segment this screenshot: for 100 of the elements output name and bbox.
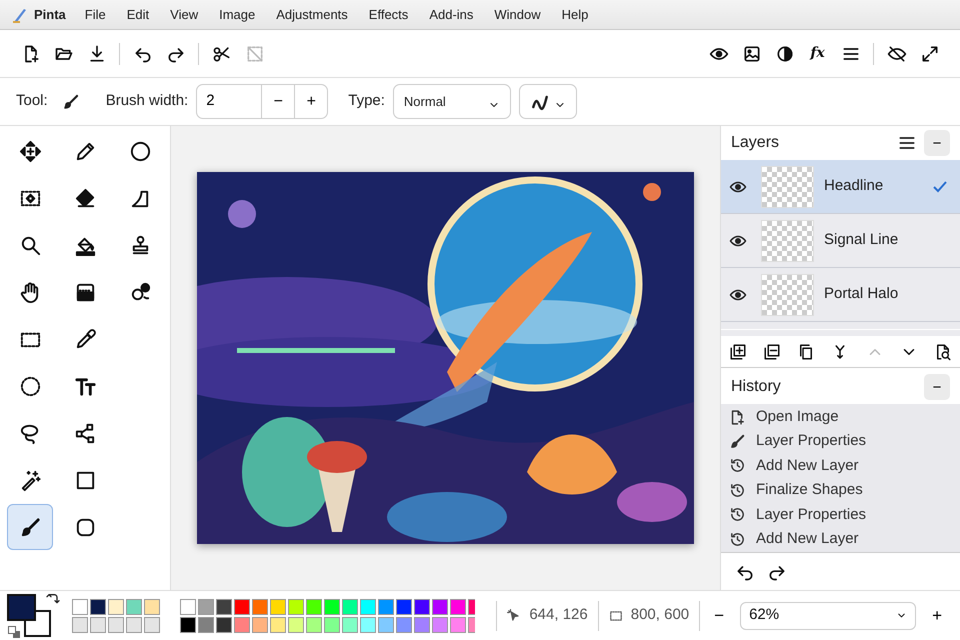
layer-name: Headline [824, 176, 884, 196]
palette-swatch[interactable] [396, 616, 412, 632]
palette-swatch[interactable] [180, 616, 196, 632]
layer-thumbnail [761, 220, 814, 262]
image-icon[interactable] [742, 44, 762, 64]
empty-swatch [90, 616, 106, 632]
type-label: Type: [348, 91, 385, 112]
palette-swatch[interactable] [288, 616, 304, 632]
selection-size: 800, 600 [630, 605, 690, 626]
increment-button[interactable]: + [295, 84, 328, 119]
recent-color-swatch[interactable] [72, 598, 88, 614]
history-item[interactable]: Add New Layer [721, 526, 960, 552]
new-document-icon [729, 408, 746, 426]
eye-off-icon[interactable] [886, 44, 906, 64]
palette-swatch[interactable] [270, 598, 286, 614]
move-selected-icon [18, 140, 42, 162]
palette-swatch[interactable] [342, 598, 358, 614]
zoom-dropdown[interactable]: 62% [740, 602, 916, 630]
primary-color[interactable] [7, 594, 36, 620]
palette-swatch[interactable] [378, 616, 394, 632]
palette-swatch[interactable] [252, 598, 268, 614]
antialiasing-dropdown[interactable] [518, 84, 577, 119]
empty-swatch [144, 616, 160, 632]
panel-title: Layers [731, 133, 780, 153]
history-label: Finalize Shapes [756, 480, 863, 500]
palette-swatch[interactable] [252, 616, 268, 632]
app-logo-icon [12, 6, 28, 22]
palette-swatch[interactable] [216, 598, 232, 614]
palette-swatch[interactable] [306, 616, 322, 632]
recent-color-swatch[interactable] [126, 598, 142, 614]
palette-swatch[interactable] [288, 598, 304, 614]
eraser-icon [74, 186, 96, 210]
palette-swatch[interactable] [378, 598, 394, 614]
palette-swatch[interactable] [414, 616, 430, 632]
history-label: Add New Layer [756, 456, 859, 476]
recent-color-swatch[interactable] [108, 598, 124, 614]
history-icon [729, 530, 746, 548]
palette-swatch[interactable] [432, 598, 448, 614]
layer-name: Portal Halo [824, 284, 900, 304]
cursor-position: 644, 126 [529, 605, 588, 626]
history-item[interactable]: Layer Properties [721, 429, 960, 454]
history-label: Add New Layer [756, 528, 859, 549]
palette-swatch[interactable] [216, 616, 232, 632]
menu-item[interactable]: File [84, 4, 106, 24]
palette-swatch[interactable] [198, 598, 214, 614]
empty-swatch [108, 616, 124, 632]
palette-swatch[interactable] [306, 598, 322, 614]
layer-row[interactable]: Portal Halo [721, 268, 960, 322]
history-item[interactable]: Open Image [721, 405, 960, 430]
palette-swatch[interactable] [180, 598, 196, 614]
type-dropdown[interactable]: Normal [392, 84, 511, 119]
menu-item[interactable]: Effects [368, 4, 408, 24]
palette-swatch[interactable] [324, 598, 340, 614]
effects-button[interactable]: fx [801, 38, 834, 68]
empty-swatch [72, 616, 88, 632]
menu-item[interactable]: Add-ins [429, 4, 474, 24]
palette-swatch[interactable] [234, 598, 250, 614]
panel-title: History [731, 377, 781, 397]
fullscreen-icon[interactable] [920, 44, 940, 64]
layer-row[interactable]: Signal Line [721, 214, 960, 268]
line-icon [74, 422, 96, 444]
zoom-in-button[interactable]: + [928, 602, 946, 628]
palette-swatch[interactable] [414, 598, 430, 614]
palette-swatch[interactable] [432, 616, 448, 632]
palette-swatch[interactable] [324, 616, 340, 632]
palette-swatch[interactable] [360, 616, 376, 632]
layer-row[interactable]: Headline [721, 160, 960, 214]
add-layer-layer-icon[interactable] [729, 342, 748, 360]
menu-item[interactable]: Edit [126, 4, 150, 24]
recent-color-swatch[interactable] [144, 598, 160, 614]
brush-width-field[interactable]: 2 [196, 84, 262, 119]
palette-swatch[interactable] [234, 616, 250, 632]
palette-swatch[interactable] [342, 616, 358, 632]
history-item[interactable]: Add New Layer [721, 454, 960, 478]
collapse-button[interactable]: − [924, 130, 950, 156]
menu-item[interactable]: Help [562, 4, 588, 24]
ellipse-icon [128, 140, 152, 162]
history-item[interactable]: Layer Properties [721, 502, 960, 527]
palette-swatch[interactable] [450, 598, 466, 614]
menu-item[interactable]: View [170, 4, 198, 24]
layer-name: Signal Line [824, 230, 900, 250]
recent-color-swatch[interactable] [90, 598, 106, 614]
layer-thumbnail [761, 274, 814, 316]
menu-item[interactable]: Image [219, 4, 256, 24]
palette-swatch[interactable] [396, 598, 412, 614]
tool-button[interactable] [7, 504, 53, 550]
history-item[interactable]: Finalize Shapes [721, 478, 960, 503]
history-icon [729, 506, 746, 524]
delete-layer-layer-icon[interactable] [763, 342, 782, 360]
palette-swatch[interactable] [198, 616, 214, 632]
zoom-out-button[interactable]: − [710, 602, 728, 628]
contrast-icon[interactable] [774, 44, 794, 64]
palette-swatch[interactable] [360, 598, 376, 614]
decrement-button[interactable]: − [262, 84, 296, 119]
reset-colors-icon[interactable] [8, 626, 20, 638]
palette-swatch[interactable] [450, 616, 466, 632]
menu-item[interactable]: Window [494, 4, 541, 24]
menu-item[interactable]: Adjustments [276, 4, 348, 24]
palette-swatch[interactable] [270, 616, 286, 632]
collapse-button[interactable]: − [924, 374, 950, 400]
